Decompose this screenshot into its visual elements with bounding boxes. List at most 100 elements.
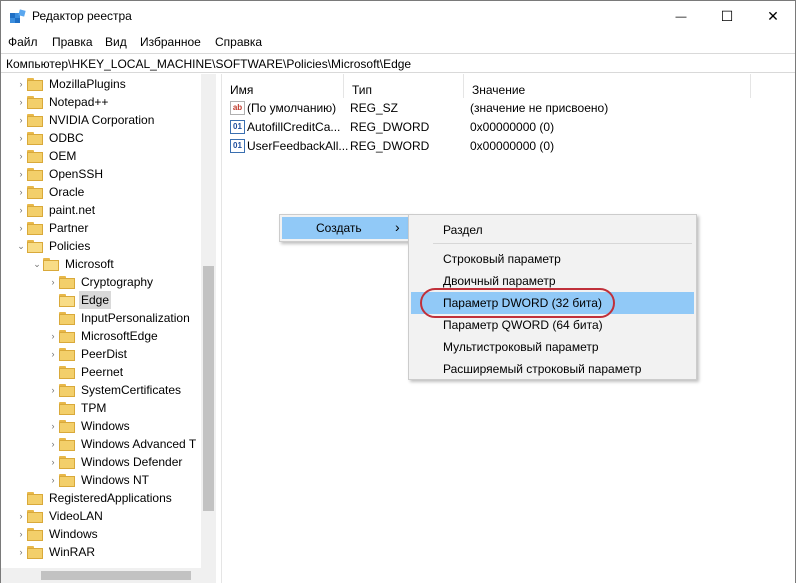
tree-item[interactable]: › VideoLAN — [15, 507, 105, 525]
tree-item[interactable]: ⌄ Microsoft — [31, 255, 116, 273]
chevron-right-icon[interactable]: › — [15, 111, 27, 129]
tree-item-label[interactable]: Windows — [79, 417, 132, 435]
submenu-item[interactable]: Мультистроковый параметр — [411, 336, 694, 358]
tree-item-label[interactable]: MozillaPlugins — [47, 75, 128, 93]
chevron-right-icon[interactable]: › — [15, 543, 27, 561]
tree-item-label[interactable]: Cryptography — [79, 273, 155, 291]
tree-item[interactable]: › SystemCertificates — [47, 381, 183, 399]
tree-item-label[interactable]: TPM — [79, 399, 108, 417]
tree-vertical-scrollbar[interactable] — [201, 74, 216, 583]
tree-scroll-thumb[interactable] — [203, 266, 214, 511]
column-name-header[interactable]: Имя — [222, 74, 344, 98]
chevron-right-icon[interactable]: › — [47, 345, 59, 363]
tree-item[interactable]: › Notepad++ — [15, 93, 110, 111]
chevron-right-icon[interactable]: › — [47, 273, 59, 291]
tree-item[interactable]: TPM — [47, 399, 108, 417]
tree-item[interactable]: InputPersonalization — [47, 309, 192, 327]
chevron-right-icon[interactable]: › — [47, 435, 59, 453]
chevron-right-icon[interactable]: › — [47, 381, 59, 399]
tree-item[interactable]: › MicrosoftEdge — [47, 327, 160, 345]
tree-item[interactable]: › Windows Defender — [47, 453, 184, 471]
tree-item-label[interactable]: PeerDist — [79, 345, 129, 363]
tree-item[interactable]: › MozillaPlugins — [15, 75, 128, 93]
tree-item[interactable]: › Windows — [47, 417, 132, 435]
menu-help[interactable]: Справка — [215, 35, 262, 49]
value-row[interactable]: ab (По умолчанию) REG_SZ (значение не присв… — [222, 99, 795, 118]
tree-item[interactable]: › WinRAR — [15, 543, 97, 561]
tree-item-label[interactable]: paint.net — [47, 201, 97, 219]
address-bar[interactable]: Компьютер\HKEY_LOCAL_MACHINE\SOFTWARE\Po… — [1, 53, 795, 73]
tree-item[interactable]: RegisteredApplications — [15, 489, 174, 507]
tree-item-label[interactable]: Microsoft — [63, 255, 116, 273]
chevron-right-icon[interactable]: › — [47, 417, 59, 435]
value-row[interactable]: 01 AutofillCreditCa... REG_DWORD 0x00000000… — [222, 118, 795, 137]
key-tree-pane[interactable]: › MozillaPlugins › Notepad++ › NVIDIA Corpora… — [1, 74, 216, 583]
tree-horizontal-scrollbar[interactable] — [1, 568, 201, 583]
tree-hscroll-thumb[interactable] — [41, 571, 191, 580]
tree-item-label[interactable]: OEM — [47, 147, 78, 165]
value-row[interactable]: 01 UserFeedbackAll... REG_DWORD 0x00000000 … — [222, 137, 795, 156]
column-data-header[interactable]: Значение — [464, 74, 751, 98]
tree-item-label[interactable]: Partner — [47, 219, 90, 237]
chevron-right-icon[interactable]: › — [15, 507, 27, 525]
tree-item-label[interactable]: Policies — [47, 237, 92, 255]
tree-item-label[interactable]: ODBC — [47, 129, 86, 147]
tree-item[interactable]: › Cryptography — [47, 273, 155, 291]
tree-item[interactable]: › Oracle — [15, 183, 86, 201]
tree-item[interactable]: › OEM — [15, 147, 78, 165]
menu-edit[interactable]: Правка — [52, 35, 93, 49]
column-type-header[interactable]: Тип — [344, 74, 464, 98]
chevron-right-icon[interactable]: › — [15, 147, 27, 165]
title-bar[interactable]: Редактор реестра — ☐ ✕ — [1, 1, 795, 32]
chevron-right-icon[interactable]: › — [15, 75, 27, 93]
tree-item-label[interactable]: NVIDIA Corporation — [47, 111, 156, 129]
tree-item[interactable]: › Partner — [15, 219, 90, 237]
address-path[interactable]: Компьютер\HKEY_LOCAL_MACHINE\SOFTWARE\Po… — [6, 57, 411, 71]
tree-item-label[interactable]: WinRAR — [47, 543, 97, 561]
tree-item[interactable]: Edge — [47, 291, 112, 309]
context-menu-create[interactable]: Создать › — [282, 217, 408, 239]
tree-item[interactable]: › paint.net — [15, 201, 97, 219]
chevron-right-icon[interactable]: › — [15, 183, 27, 201]
tree-item[interactable]: › PeerDist — [47, 345, 129, 363]
submenu-item[interactable]: Строковый параметр — [411, 248, 694, 270]
menu-view[interactable]: Вид — [105, 35, 127, 49]
tree-item-label[interactable]: RegisteredApplications — [47, 489, 174, 507]
close-button[interactable]: ✕ — [750, 1, 796, 32]
chevron-right-icon[interactable]: › — [15, 525, 27, 543]
tree-item-label[interactable]: SystemCertificates — [79, 381, 183, 399]
tree-item-label[interactable]: Edge — [79, 291, 112, 309]
tree-item[interactable]: › ODBC — [15, 129, 86, 147]
tree-item[interactable]: › Windows Advanced T — [47, 435, 198, 453]
chevron-down-icon[interactable]: ⌄ — [15, 237, 27, 255]
tree-item-label[interactable]: Notepad++ — [47, 93, 110, 111]
minimize-button[interactable]: — — [658, 1, 704, 32]
tree-item-label[interactable]: VideoLAN — [47, 507, 105, 525]
tree-item-label[interactable]: Windows Advanced T — [79, 435, 198, 453]
tree-item-label[interactable]: Oracle — [47, 183, 86, 201]
tree-item[interactable]: › NVIDIA Corporation — [15, 111, 156, 129]
chevron-right-icon[interactable]: › — [15, 93, 27, 111]
chevron-right-icon[interactable]: › — [15, 129, 27, 147]
chevron-down-icon[interactable]: ⌄ — [31, 255, 43, 273]
tree-item-label[interactable]: OpenSSH — [47, 165, 105, 183]
tree-item[interactable]: ⌄ Policies — [15, 237, 92, 255]
submenu-item[interactable]: Расширяемый строковый параметр — [411, 358, 694, 380]
chevron-right-icon[interactable]: › — [47, 471, 59, 489]
menu-favorites[interactable]: Избранное — [140, 35, 201, 49]
tree-item[interactable]: › OpenSSH — [15, 165, 105, 183]
tree-item-label[interactable]: MicrosoftEdge — [79, 327, 160, 345]
maximize-button[interactable]: ☐ — [704, 1, 750, 32]
menu-file[interactable]: Файл — [8, 35, 38, 49]
tree-item-label[interactable]: Windows Defender — [79, 453, 184, 471]
tree-item[interactable]: Peernet — [47, 363, 125, 381]
tree-item-label[interactable]: Windows NT — [79, 471, 151, 489]
tree-item-label[interactable]: Peernet — [79, 363, 125, 381]
submenu-item[interactable]: Раздел — [411, 219, 694, 241]
chevron-right-icon[interactable]: › — [47, 453, 59, 471]
tree-item[interactable]: › Windows NT — [47, 471, 151, 489]
chevron-right-icon[interactable]: › — [47, 327, 59, 345]
chevron-right-icon[interactable]: › — [15, 219, 27, 237]
tree-item-label[interactable]: Windows — [47, 525, 100, 543]
chevron-right-icon[interactable]: › — [15, 201, 27, 219]
